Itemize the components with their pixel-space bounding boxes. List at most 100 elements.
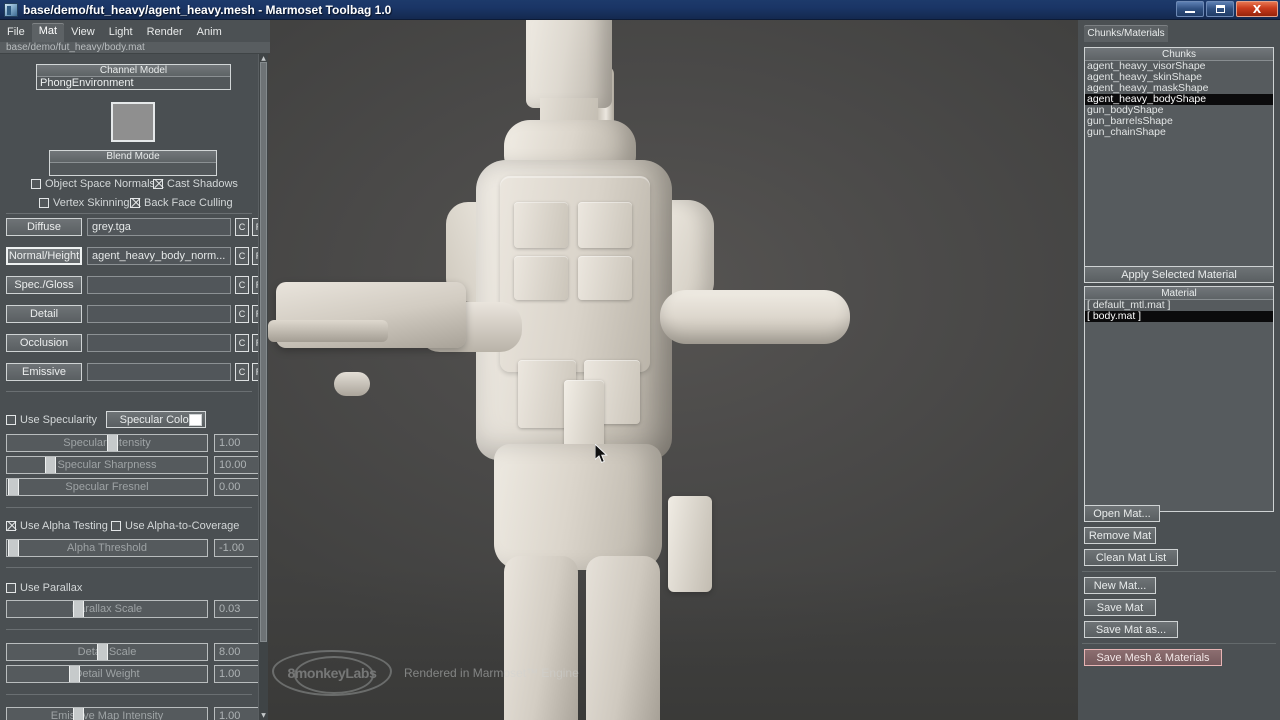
model-arm-right: [660, 290, 850, 344]
chunk-list-item[interactable]: gun_chainShape: [1085, 127, 1273, 138]
open-mat-button[interactable]: Open Mat...: [1084, 505, 1160, 522]
material-list-item-selected[interactable]: [ body.mat ]: [1085, 311, 1273, 322]
3d-viewport[interactable]: 8monkeyLabs Rendered in Marmoset™ Engine: [268, 20, 1078, 720]
texture-slot-button[interactable]: Detail: [6, 305, 82, 323]
checkbox-vertex-skinning[interactable]: Vertex Skinning: [39, 197, 129, 209]
tab-chunks-materials[interactable]: Chunks/Materials: [1084, 25, 1168, 42]
texture-slot-value[interactable]: grey.tga: [87, 218, 231, 236]
slider-value[interactable]: 10.00: [214, 456, 258, 474]
left-panel-scrollbar[interactable]: ▲ ▼: [258, 54, 268, 720]
chunk-list-item[interactable]: gun_barrelsShape: [1085, 116, 1273, 127]
texture-copy-button[interactable]: C: [235, 334, 249, 352]
texture-copy-button[interactable]: C: [235, 247, 249, 265]
menu-item-view[interactable]: View: [64, 24, 102, 42]
slider-value[interactable]: 1.00: [214, 707, 258, 720]
slider-track[interactable]: Specular Sharpness: [6, 456, 208, 474]
slider-detail-weight[interactable]: Detail Weight 1.00: [6, 665, 258, 683]
slider-track[interactable]: Alpha Threshold: [6, 539, 208, 557]
menu-item-render[interactable]: Render: [140, 24, 190, 42]
slider-specular-fresnel[interactable]: Specular Fresnel 0.00: [6, 478, 258, 496]
chunk-list-item[interactable]: agent_heavy_maskShape: [1085, 83, 1273, 94]
slider-value[interactable]: 0.03: [214, 600, 258, 618]
save-mesh-and-materials-button[interactable]: Save Mesh & Materials: [1084, 649, 1222, 666]
slider-thumb[interactable]: [8, 479, 19, 495]
checkbox-use-alpha-to-coverage[interactable]: Use Alpha-to-Coverage: [111, 520, 239, 532]
checkbox-use-specularity[interactable]: Use Specularity: [6, 414, 97, 426]
slider-parallax-scale[interactable]: Parallax Scale 0.03: [6, 600, 258, 618]
checkbox-use-alpha-testing[interactable]: Use Alpha Testing: [6, 520, 108, 532]
slider-thumb[interactable]: [8, 540, 19, 556]
chunk-list-item[interactable]: agent_heavy_visorShape: [1085, 61, 1273, 72]
slider-thumb[interactable]: [97, 644, 108, 660]
slider-thumb[interactable]: [73, 601, 84, 617]
slider-thumb[interactable]: [45, 457, 56, 473]
menu-item-file[interactable]: File: [0, 24, 32, 42]
texture-slot-button[interactable]: Diffuse: [6, 218, 82, 236]
texture-copy-button[interactable]: C: [235, 363, 249, 381]
chunk-list-item[interactable]: gun_bodyShape: [1085, 105, 1273, 116]
texture-copy-button[interactable]: C: [235, 305, 249, 323]
slider-value[interactable]: 1.00: [214, 434, 258, 452]
clean-mat-list-button[interactable]: Clean Mat List: [1084, 549, 1178, 566]
apply-selected-material-button[interactable]: Apply Selected Material: [1084, 266, 1274, 283]
slider-emissive-map-intensity[interactable]: Emissive Map Intensity 1.00: [6, 707, 258, 720]
material-listbox[interactable]: Material [ default_mtl.mat ] [ body.mat …: [1084, 286, 1274, 512]
remove-mat-button[interactable]: Remove Mat: [1084, 527, 1156, 544]
menu-item-anim[interactable]: Anim: [190, 24, 229, 42]
slider-track[interactable]: Detail Weight: [6, 665, 208, 683]
maximize-button[interactable]: [1206, 1, 1234, 17]
diffuse-color-swatch[interactable]: [111, 102, 155, 142]
watermark-brand: 8monkeyLabs: [287, 665, 377, 681]
material-list-item[interactable]: [ default_mtl.mat ]: [1085, 300, 1273, 311]
slider-value[interactable]: 0.00: [214, 478, 258, 496]
texture-slot-value[interactable]: [87, 305, 231, 323]
model-side-pack: [668, 496, 712, 592]
texture-slot-button[interactable]: Occlusion: [6, 334, 82, 352]
specular-color-button[interactable]: Specular Color: [106, 411, 206, 428]
slider-thumb[interactable]: [69, 666, 80, 682]
chunks-listbox[interactable]: Chunks agent_heavy_visorShape agent_heav…: [1084, 47, 1274, 272]
slider-value[interactable]: -1.00: [214, 539, 258, 557]
save-mat-button[interactable]: Save Mat: [1084, 599, 1156, 616]
new-mat-button[interactable]: New Mat...: [1084, 577, 1156, 594]
slider-thumb[interactable]: [107, 435, 118, 451]
slider-track[interactable]: Specular Intensity: [6, 434, 208, 452]
slider-specular-sharpness[interactable]: Specular Sharpness 10.00: [6, 456, 258, 474]
checkbox-back-face-culling[interactable]: Back Face Culling: [130, 197, 233, 209]
checkbox-use-parallax[interactable]: Use Parallax: [6, 582, 82, 594]
checkbox-cast-shadows[interactable]: Cast Shadows: [153, 178, 238, 190]
slider-track[interactable]: Emissive Map Intensity: [6, 707, 208, 720]
save-mat-as-button[interactable]: Save Mat as...: [1084, 621, 1178, 638]
chunk-list-item[interactable]: agent_heavy_skinShape: [1085, 72, 1273, 83]
menu-item-light[interactable]: Light: [102, 24, 140, 42]
minimize-button[interactable]: [1176, 1, 1204, 17]
slider-track[interactable]: Specular Fresnel: [6, 478, 208, 496]
slider-specular-intensity[interactable]: Specular Intensity 1.00: [6, 434, 258, 452]
texture-copy-button[interactable]: C: [235, 276, 249, 294]
slider-detail-scale[interactable]: Detail Scale 8.00: [6, 643, 258, 661]
specular-color-swatch[interactable]: [189, 414, 202, 426]
checkbox-object-space-normals[interactable]: Object Space Normals: [31, 178, 155, 190]
blend-mode-dropdown[interactable]: Blend Mode: [49, 150, 217, 176]
channel-model-dropdown[interactable]: Channel Model PhongEnvironment: [36, 64, 231, 90]
texture-slot-button[interactable]: Emissive: [6, 363, 82, 381]
slider-track[interactable]: Detail Scale: [6, 643, 208, 661]
window-title: base/demo/fut_heavy/agent_heavy.mesh - M…: [23, 2, 392, 17]
texture-slot-button[interactable]: Spec./Gloss: [6, 276, 82, 294]
texture-slot-value[interactable]: [87, 363, 231, 381]
scroll-down-arrow-icon[interactable]: ▼: [260, 712, 267, 719]
texture-slot-button[interactable]: Normal/Height: [6, 247, 82, 265]
texture-copy-button[interactable]: C: [235, 218, 249, 236]
chunk-list-item-selected[interactable]: agent_heavy_bodyShape: [1085, 94, 1273, 105]
scroll-up-arrow-icon[interactable]: ▲: [260, 55, 267, 62]
close-button[interactable]: X: [1236, 1, 1278, 17]
slider-alpha-threshold[interactable]: Alpha Threshold -1.00: [6, 539, 258, 557]
texture-slot-value[interactable]: agent_heavy_body_norm...: [87, 247, 231, 265]
slider-value[interactable]: 1.00: [214, 665, 258, 683]
slider-value[interactable]: 8.00: [214, 643, 258, 661]
texture-slot-value[interactable]: [87, 276, 231, 294]
slider-thumb[interactable]: [73, 708, 84, 720]
texture-slot-value[interactable]: [87, 334, 231, 352]
scrollbar-thumb[interactable]: [260, 62, 267, 642]
slider-track[interactable]: Parallax Scale: [6, 600, 208, 618]
